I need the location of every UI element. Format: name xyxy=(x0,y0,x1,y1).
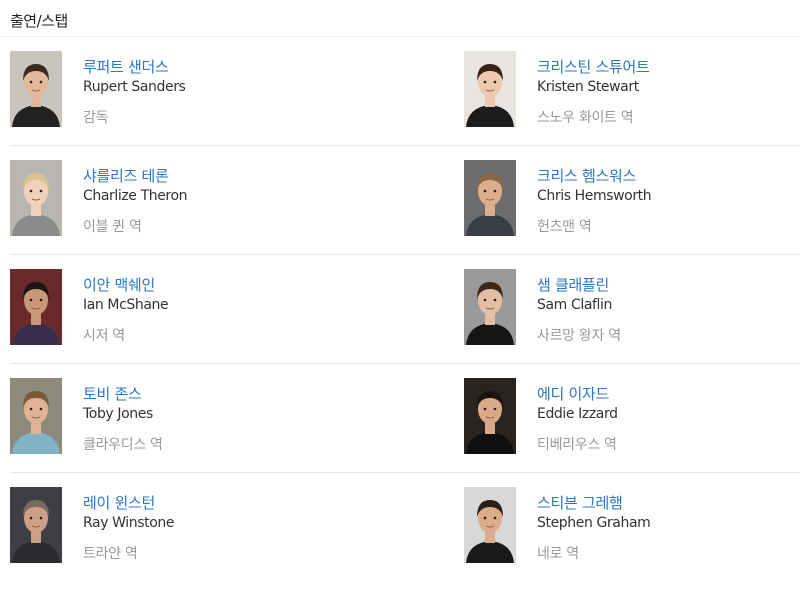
actor-name-korean-link[interactable]: 토비 존스 xyxy=(83,384,163,404)
actor-name-english: Rupert Sanders xyxy=(83,79,186,95)
cast-row: 샤를리즈 테론 Charlize Theron 이블 퀸 역 크리스 헴스워스 Chri… xyxy=(0,146,800,255)
actor-info: 크리스틴 스튜어트 Kristen Stewart 스노우 화이트 역 xyxy=(537,57,650,128)
actor-name-english: Chris Hemsworth xyxy=(537,188,652,204)
actor-info: 레이 윈스턴 Ray Winstone 트라얀 역 xyxy=(83,493,174,564)
actor-photo[interactable] xyxy=(464,160,516,236)
actor-role: 헌츠맨 역 xyxy=(537,219,592,235)
actor-info: 스티븐 그레햄 Stephen Graham 네로 역 xyxy=(537,493,651,564)
cast-card[interactable]: 레이 윈스턴 Ray Winstone 트라얀 역 xyxy=(10,473,370,581)
actor-info: 에디 이자드 Eddie Izzard 티베리우스 역 xyxy=(537,384,618,455)
actor-name-korean-link[interactable]: 에디 이자드 xyxy=(537,384,618,404)
cast-card[interactable]: 이안 맥쉐인 Ian McShane 시저 역 xyxy=(10,255,370,363)
cast-card[interactable]: 샤를리즈 테론 Charlize Theron 이블 퀸 역 xyxy=(10,146,370,254)
actor-photo[interactable] xyxy=(464,51,516,127)
actor-photo[interactable] xyxy=(10,160,62,236)
cast-card[interactable]: 크리스 헴스워스 Chris Hemsworth 헌츠맨 역 xyxy=(464,146,800,254)
actor-name-korean-link[interactable]: 크리스틴 스튜어트 xyxy=(537,57,650,77)
actor-photo[interactable] xyxy=(10,51,62,127)
actor-name-korean-link[interactable]: 샤를리즈 테론 xyxy=(83,166,187,186)
actor-role: 티베리우스 역 xyxy=(537,437,617,453)
actor-info: 샤를리즈 테론 Charlize Theron 이블 퀸 역 xyxy=(83,166,188,237)
section-title: 출연/스탭 xyxy=(10,12,68,30)
actor-photo[interactable] xyxy=(10,269,62,345)
actor-info: 샘 클래플린 Sam Claflin 사르망 왕자 역 xyxy=(537,275,621,346)
actor-name-english: Ray Winstone xyxy=(83,515,175,531)
cast-card[interactable]: 크리스틴 스튜어트 Kristen Stewart 스노우 화이트 역 xyxy=(464,37,800,145)
actor-name-english: Sam Claflin xyxy=(537,297,612,313)
actor-name-english: Stephen Graham xyxy=(537,515,651,531)
actor-name-english: Toby Jones xyxy=(83,406,153,422)
actor-name-korean-link[interactable]: 레이 윈스턴 xyxy=(83,493,174,513)
actor-name-korean-link[interactable]: 스티븐 그레햄 xyxy=(537,493,650,513)
actor-info: 루퍼트 샌더스 Rupert Sanders 감독 xyxy=(83,57,186,128)
actor-photo[interactable] xyxy=(464,487,516,563)
actor-info: 이안 맥쉐인 Ian McShane 시저 역 xyxy=(83,275,169,346)
actor-photo[interactable] xyxy=(464,269,516,345)
actor-role: 사르망 왕자 역 xyxy=(537,328,621,344)
actor-info: 토비 존스 Toby Jones 클라우디스 역 xyxy=(83,384,163,455)
actor-name-korean-link[interactable]: 샘 클래플린 xyxy=(537,275,621,295)
actor-role: 시저 역 xyxy=(83,328,125,344)
actor-name-english: Charlize Theron xyxy=(83,188,188,204)
cast-card[interactable]: 에디 이자드 Eddie Izzard 티베리우스 역 xyxy=(464,364,800,472)
actor-role: 스노우 화이트 역 xyxy=(537,110,634,126)
actor-photo[interactable] xyxy=(10,378,62,454)
cast-card[interactable]: 토비 존스 Toby Jones 클라우디스 역 xyxy=(10,364,370,472)
actor-name-korean-link[interactable]: 크리스 헴스워스 xyxy=(537,166,651,186)
actor-role: 트라얀 역 xyxy=(83,546,138,562)
actor-photo[interactable] xyxy=(10,487,62,563)
actor-photo[interactable] xyxy=(464,378,516,454)
actor-role: 이블 퀸 역 xyxy=(83,219,142,235)
actor-name-english: Kristen Stewart xyxy=(537,79,639,95)
cast-card[interactable]: 샘 클래플린 Sam Claflin 사르망 왕자 역 xyxy=(464,255,800,363)
cast-row: 레이 윈스턴 Ray Winstone 트라얀 역 스티븐 그레햄 Stephen Gr… xyxy=(0,473,800,582)
cast-row: 이안 맥쉐인 Ian McShane 시저 역 샘 클래플린 Sam Claflin 사르… xyxy=(0,255,800,364)
actor-info: 크리스 헴스워스 Chris Hemsworth 헌츠맨 역 xyxy=(537,166,652,237)
cast-row: 루퍼트 샌더스 Rupert Sanders 감독 크리스틴 스튜어트 Kristen … xyxy=(0,37,800,146)
cast-card[interactable]: 루퍼트 샌더스 Rupert Sanders 감독 xyxy=(10,37,370,145)
actor-role: 네로 역 xyxy=(537,546,579,562)
actor-role: 클라우디스 역 xyxy=(83,437,163,453)
cast-row: 토비 존스 Toby Jones 클라우디스 역 에디 이자드 Eddie Izzard… xyxy=(0,364,800,473)
actor-role: 감독 xyxy=(83,110,109,126)
actor-name-english: Ian McShane xyxy=(83,297,169,313)
actor-name-english: Eddie Izzard xyxy=(537,406,618,422)
cast-card[interactable]: 스티븐 그레햄 Stephen Graham 네로 역 xyxy=(464,473,800,581)
actor-name-korean-link[interactable]: 이안 맥쉐인 xyxy=(83,275,168,295)
actor-name-korean-link[interactable]: 루퍼트 샌더스 xyxy=(83,57,185,77)
